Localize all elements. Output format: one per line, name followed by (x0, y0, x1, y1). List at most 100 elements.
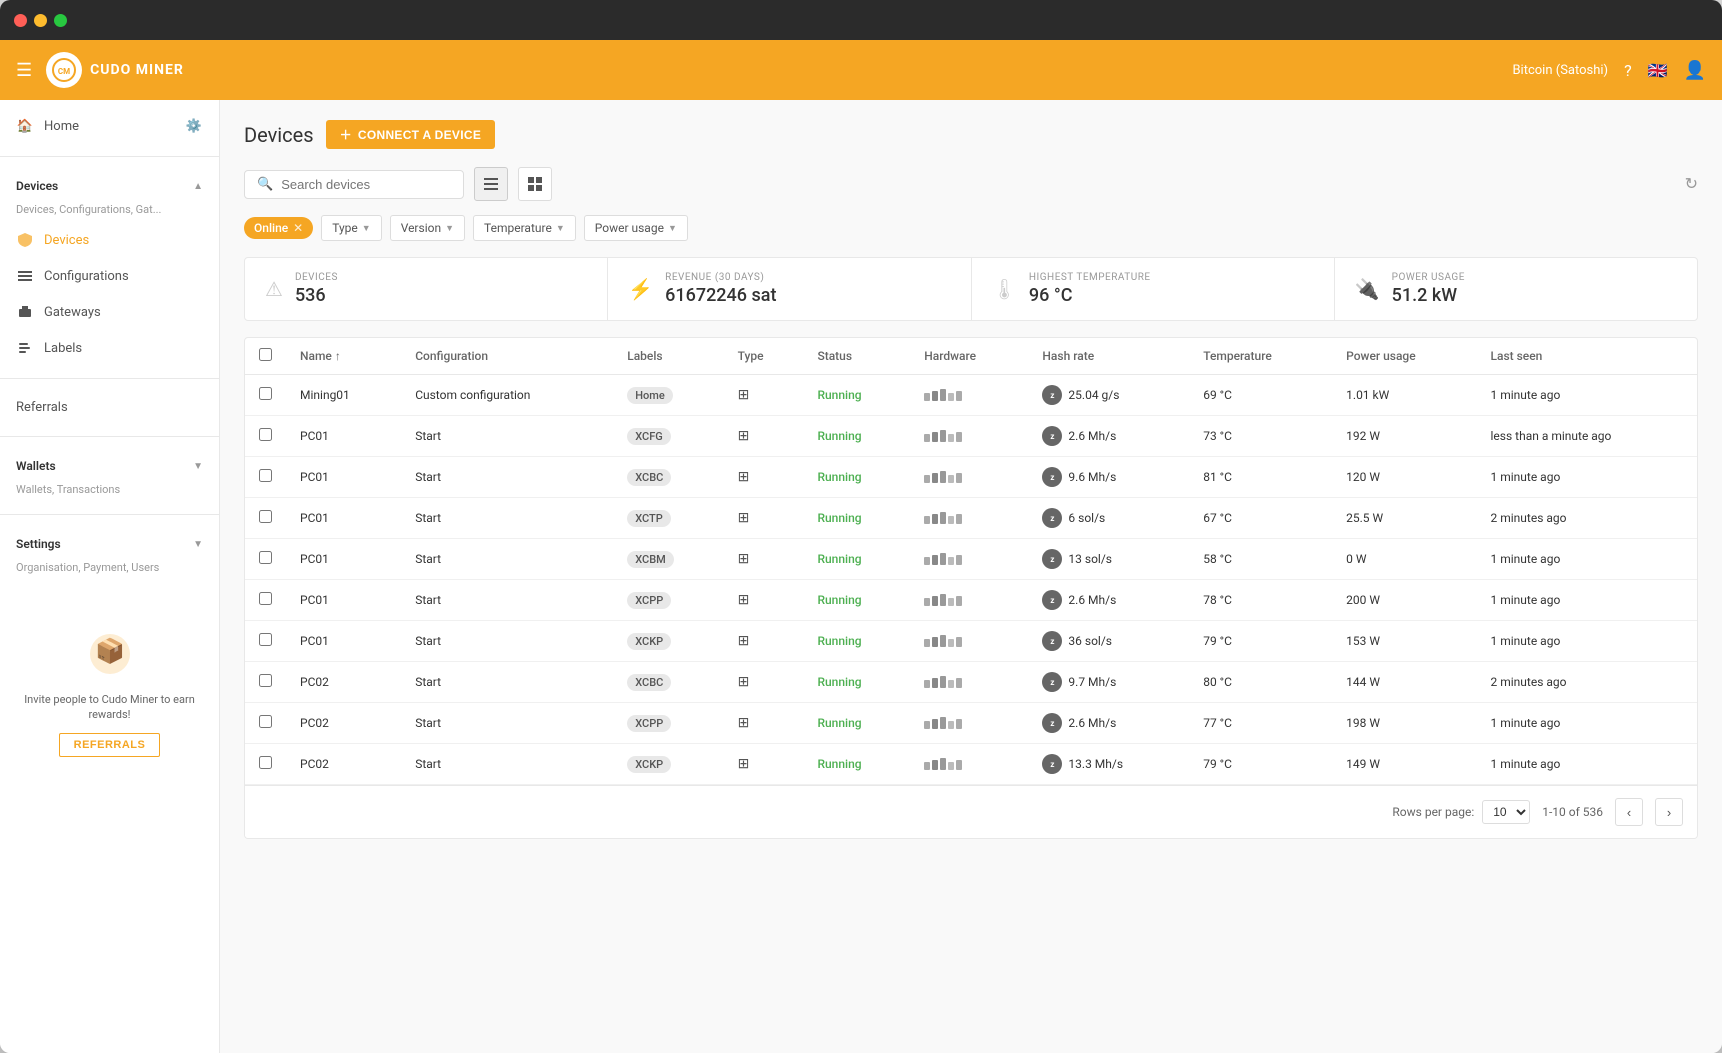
remove-online-filter[interactable]: ✕ (293, 221, 303, 235)
sidebar-settings-header[interactable]: Settings ▼ (0, 527, 219, 561)
pagination-bar: Rows per page: 10 25 50 1-10 of 536 ‹ › (245, 785, 1697, 838)
grid-view-button[interactable] (518, 167, 552, 201)
labels-icon (16, 339, 34, 357)
search-input[interactable] (281, 177, 451, 192)
row-checkbox-8[interactable] (259, 715, 272, 728)
sidebar-devices-section: Devices ▲ Devices, Configurations, Gat..… (0, 161, 219, 374)
row-checkbox-4[interactable] (259, 551, 272, 564)
row-labels: XCPP (613, 703, 723, 744)
row-type: ⊞ (724, 375, 804, 416)
sidebar-item-devices[interactable]: Devices (0, 222, 219, 258)
row-power: 144 W (1332, 662, 1476, 703)
sidebar-wallets-sub: Wallets, Transactions (0, 483, 219, 502)
row-lastseen: 1 minute ago (1477, 621, 1697, 662)
table-row: PC01 Start XCFG ⊞ Running z 2.6 Mh/s (245, 416, 1697, 457)
windows-icon: ⊞ (738, 715, 750, 731)
col-temperature[interactable]: Temperature (1189, 338, 1332, 375)
row-checkbox-7[interactable] (259, 674, 272, 687)
row-checkbox-5[interactable] (259, 592, 272, 605)
language-icon[interactable]: 🇬🇧 (1648, 61, 1668, 80)
sidebar-item-home[interactable]: 🏠 Home ⚙️ (0, 108, 219, 144)
row-hashrate: z 36 sol/s (1028, 621, 1189, 662)
row-checkbox-0[interactable] (259, 387, 272, 400)
type-filter-dropdown[interactable]: Type ▼ (321, 215, 381, 241)
row-checkbox-1[interactable] (259, 428, 272, 441)
connect-btn-label: CONNECT A DEVICE (358, 128, 481, 142)
windows-icon: ⊞ (738, 592, 750, 608)
rows-per-page-select[interactable]: 10 25 50 (1482, 800, 1530, 824)
col-lastseen[interactable]: Last seen (1477, 338, 1697, 375)
row-temperature: 80 °C (1189, 662, 1332, 703)
settings-icon[interactable]: ⚙️ (185, 117, 203, 135)
row-labels: XCKP (613, 621, 723, 662)
referral-promo: 📦 Invite people to Cudo Miner to earn re… (0, 608, 219, 773)
sidebar-item-gateways[interactable]: Gateways (0, 294, 219, 330)
row-checkbox-3[interactable] (259, 510, 272, 523)
row-temperature: 69 °C (1189, 375, 1332, 416)
row-lastseen: 1 minute ago (1477, 744, 1697, 785)
hamburger-menu[interactable]: ☰ (16, 60, 32, 81)
row-hardware (910, 580, 1028, 621)
sidebar-configurations-label: Configurations (44, 269, 129, 284)
sidebar-wallets-header[interactable]: Wallets ▼ (0, 449, 219, 483)
col-power[interactable]: Power usage (1332, 338, 1476, 375)
row-power: 149 W (1332, 744, 1476, 785)
row-config: Start (401, 539, 613, 580)
power-usage-filter-dropdown[interactable]: Power usage ▼ (584, 215, 688, 241)
stat-revenue: ⚡ REVENUE (30 DAYS) 61672246 sat (608, 258, 971, 320)
row-status: Running (803, 498, 910, 539)
row-lastseen: 1 minute ago (1477, 703, 1697, 744)
row-config: Start (401, 457, 613, 498)
maximize-button[interactable] (54, 14, 67, 27)
plus-icon: ＋ (340, 126, 352, 143)
connect-device-button[interactable]: ＋ CONNECT A DEVICE (326, 120, 496, 149)
stat-temperature: 🌡 HIGHEST TEMPERATURE 96 °C (972, 258, 1335, 320)
col-name[interactable]: Name ↑ (286, 338, 401, 375)
sidebar-item-labels[interactable]: Labels (0, 330, 219, 366)
sidebar-item-configurations[interactable]: Configurations (0, 258, 219, 294)
prev-page-button[interactable]: ‹ (1615, 798, 1643, 826)
stat-devices-label: DEVICES (295, 272, 338, 283)
referrals-button[interactable]: REFERRALS (59, 733, 161, 757)
help-icon[interactable]: ? (1624, 61, 1632, 80)
account-icon[interactable]: 👤 (1684, 60, 1706, 81)
sidebar-referrals-section: Referrals (0, 383, 219, 432)
col-configuration[interactable]: Configuration (401, 338, 613, 375)
sidebar-devices-header[interactable]: Devices ▲ (0, 169, 219, 203)
row-checkbox-2[interactable] (259, 469, 272, 482)
temperature-filter-dropdown[interactable]: Temperature ▼ (473, 215, 576, 241)
col-status[interactable]: Status (803, 338, 910, 375)
row-checkbox-6[interactable] (259, 633, 272, 646)
windows-icon: ⊞ (738, 510, 750, 526)
refresh-button[interactable]: ↻ (1685, 174, 1698, 194)
row-hardware (910, 703, 1028, 744)
row-power: 192 W (1332, 416, 1476, 457)
table-row: PC02 Start XCBC ⊞ Running z 9.7 Mh/s (245, 662, 1697, 703)
close-button[interactable] (14, 14, 27, 27)
minimize-button[interactable] (34, 14, 47, 27)
select-all-checkbox[interactable] (259, 348, 272, 361)
list-view-button[interactable] (474, 167, 508, 201)
chevron-down-settings-icon: ▼ (193, 539, 203, 550)
col-type[interactable]: Type (724, 338, 804, 375)
table-row: PC01 Start XCTP ⊞ Running z 6 sol/s (245, 498, 1697, 539)
row-checkbox-cell (245, 703, 286, 744)
chevron-down-wallets-icon: ▼ (193, 461, 203, 472)
row-temperature: 79 °C (1189, 744, 1332, 785)
row-checkbox-cell (245, 662, 286, 703)
rows-per-page-label: Rows per page: (1392, 805, 1474, 819)
windows-icon: ⊞ (738, 551, 750, 567)
col-labels[interactable]: Labels (613, 338, 723, 375)
row-status: Running (803, 580, 910, 621)
devices-table-container: Name ↑ Configuration Labels Type Status … (244, 337, 1698, 839)
sidebar-home-label: Home (44, 119, 79, 134)
sidebar-labels-label: Labels (44, 341, 82, 356)
next-page-button[interactable]: › (1655, 798, 1683, 826)
sidebar-item-referrals[interactable]: Referrals (0, 391, 219, 424)
col-hardware[interactable]: Hardware (910, 338, 1028, 375)
version-filter-dropdown[interactable]: Version ▼ (390, 215, 465, 241)
col-hashrate[interactable]: Hash rate (1028, 338, 1189, 375)
row-status: Running (803, 703, 910, 744)
row-checkbox-9[interactable] (259, 756, 272, 769)
row-labels: XCFG (613, 416, 723, 457)
